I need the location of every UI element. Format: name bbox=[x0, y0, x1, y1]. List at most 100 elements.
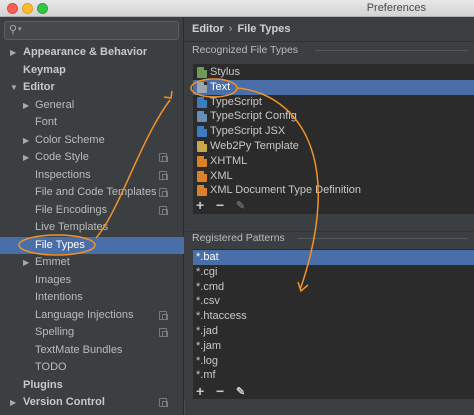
chevron-right-icon[interactable]: ▶ bbox=[23, 97, 29, 114]
project-scope-icon bbox=[159, 188, 168, 197]
chevron-right-icon[interactable]: ▶ bbox=[23, 149, 29, 166]
add-file-type-button[interactable]: + bbox=[196, 197, 204, 213]
file-type-row[interactable]: Text bbox=[193, 79, 474, 95]
breadcrumb-parent[interactable]: Editor bbox=[192, 23, 224, 35]
sidebar-item-label: Images bbox=[35, 273, 72, 286]
sidebar-item-editor[interactable]: ▼ Editor bbox=[0, 79, 184, 97]
pattern-row[interactable]: *.jam bbox=[193, 339, 474, 354]
pattern-row[interactable]: *.log bbox=[193, 354, 474, 369]
chevron-right-icon[interactable]: ▶ bbox=[23, 254, 29, 271]
text-file-icon bbox=[197, 81, 207, 93]
sidebar-item-appearance-behavior[interactable]: ▶ Appearance & Behavior bbox=[0, 44, 184, 62]
sidebar-item-color-scheme[interactable]: ▶ Color Scheme bbox=[0, 132, 184, 150]
sidebar-item-label: General bbox=[35, 98, 75, 111]
sidebar-item-inspections[interactable]: Inspections bbox=[0, 167, 184, 185]
sidebar-item-emmet[interactable]: ▶ Emmet bbox=[0, 254, 184, 272]
sidebar-item-keymap[interactable]: Keymap bbox=[0, 62, 184, 80]
sidebar-item-file-types[interactable]: File Types bbox=[0, 236, 184, 254]
file-type-label: XML bbox=[210, 169, 233, 182]
pattern-row[interactable]: *.csv bbox=[193, 294, 474, 309]
file-type-row[interactable]: TypeScript bbox=[193, 95, 474, 110]
pattern-label: *.log bbox=[196, 354, 219, 367]
pattern-label: *.jad bbox=[196, 325, 219, 337]
file-type-row[interactable]: TypeScript JSX bbox=[193, 124, 474, 139]
sidebar-item-spelling[interactable]: Spelling bbox=[0, 324, 184, 342]
edit-pattern-button[interactable]: ✎ bbox=[236, 385, 245, 398]
pattern-row[interactable]: *.htaccess bbox=[193, 309, 474, 324]
file-type-row[interactable]: XML Document Type Definition bbox=[193, 183, 474, 198]
sidebar-item-label: Inspections bbox=[35, 168, 91, 181]
file-type-row[interactable]: XHTML bbox=[193, 154, 474, 169]
sidebar-item-images[interactable]: Images bbox=[0, 272, 184, 290]
breadcrumb-current: File Types bbox=[237, 23, 291, 35]
file-type-row[interactable]: Web2Py Template bbox=[193, 139, 474, 154]
chevron-down-icon[interactable]: ▼ bbox=[10, 79, 18, 96]
window-title: Preferences bbox=[366, 2, 426, 14]
remove-file-type-button[interactable]: − bbox=[216, 197, 224, 213]
sidebar-item-textmate-bundles[interactable]: TextMate Bundles bbox=[0, 342, 184, 360]
file-type-label: Text bbox=[210, 80, 231, 93]
sidebar-item-label: Appearance & Behavior bbox=[23, 46, 148, 58]
file-type-label: TypeScript Config bbox=[210, 110, 297, 123]
chevron-right-icon[interactable]: ▶ bbox=[10, 44, 16, 61]
registered-patterns-heading: Registered Patterns bbox=[192, 232, 285, 244]
registered-patterns-list[interactable]: *.bat *.cgi *.cmd *.csv *.htaccess *.jad *.jam… bbox=[193, 249, 474, 399]
breadcrumb: Editor › File Types bbox=[192, 23, 290, 35]
chevron-right-icon[interactable]: ▶ bbox=[10, 394, 16, 411]
add-pattern-button[interactable]: + bbox=[196, 383, 204, 399]
file-type-row[interactable]: XML bbox=[193, 169, 474, 184]
search-input[interactable]: ⚲ ▾ bbox=[4, 21, 179, 40]
pattern-row[interactable]: *.cmd bbox=[193, 280, 474, 295]
sidebar-item-plugins[interactable]: Plugins bbox=[0, 377, 184, 395]
sidebar-item-general[interactable]: ▶ General bbox=[0, 97, 184, 115]
pattern-row[interactable]: *.jad bbox=[193, 324, 474, 339]
sidebar-item-version-control[interactable]: ▶ Version Control bbox=[0, 394, 184, 412]
file-types-panel: Editor › File Types Recognized File Types … bbox=[185, 17, 474, 415]
pattern-row[interactable]: *.mf bbox=[193, 368, 474, 383]
chevron-right-icon[interactable]: ▶ bbox=[23, 132, 29, 149]
sidebar-item-label: TextMate Bundles bbox=[35, 343, 123, 356]
file-type-label: XML Document Type Definition bbox=[210, 184, 362, 197]
sidebar-item-intentions[interactable]: Intentions bbox=[0, 289, 184, 307]
remove-pattern-button[interactable]: − bbox=[216, 383, 224, 399]
sidebar-item-label: Emmet bbox=[35, 256, 70, 268]
file-type-row[interactable]: TypeScript Config bbox=[193, 109, 474, 124]
xml-file-icon bbox=[197, 170, 207, 182]
sidebar-item-label: File Types bbox=[35, 238, 85, 251]
sidebar-item-live-templates[interactable]: Live Templates bbox=[0, 219, 184, 237]
sidebar-item-label: Editor bbox=[23, 81, 55, 93]
sidebar-item-label: Intentions bbox=[35, 291, 83, 303]
pattern-label: *.jam bbox=[196, 339, 222, 352]
settings-sidebar: ⚲ ▾ ▶ Appearance & Behavior Keymap ▼ Editor ▶… bbox=[0, 17, 184, 415]
recognized-file-types-list[interactable]: Stylus Text TypeScript TypeScript Config Typ… bbox=[193, 64, 474, 214]
file-type-row[interactable]: Stylus bbox=[193, 65, 474, 80]
typescript-file-icon bbox=[197, 96, 207, 108]
sidebar-item-language-injections[interactable]: Language Injections bbox=[0, 307, 184, 325]
web2py-file-icon bbox=[197, 141, 207, 152]
pattern-row[interactable]: *.cgi bbox=[193, 265, 474, 280]
sidebar-item-label: Color Scheme bbox=[35, 133, 105, 146]
sidebar-item-label: Spelling bbox=[35, 326, 75, 338]
pattern-label: *.htaccess bbox=[196, 310, 247, 323]
file-type-label: TypeScript bbox=[210, 95, 262, 108]
sidebar-item-file-encodings[interactable]: File Encodings bbox=[0, 202, 184, 220]
sidebar-item-font[interactable]: Font bbox=[0, 114, 184, 132]
sidebar-item-label: Keymap bbox=[23, 63, 66, 76]
window-titlebar: Preferences bbox=[0, 0, 474, 17]
chevron-down-icon: ▾ bbox=[18, 26, 22, 33]
edit-file-type-button[interactable]: ✎ bbox=[236, 199, 245, 212]
pattern-label: *.cgi bbox=[196, 265, 218, 278]
tsx-file-icon bbox=[197, 126, 207, 138]
project-scope-icon bbox=[159, 398, 168, 407]
sidebar-item-file-and-code-templates[interactable]: File and Code Templates bbox=[0, 184, 184, 202]
project-scope-icon bbox=[159, 310, 168, 320]
sidebar-item-code-style[interactable]: ▶ Code Style bbox=[0, 149, 184, 167]
project-scope-icon bbox=[159, 328, 168, 337]
sidebar-item-label: Plugins bbox=[23, 378, 63, 391]
pattern-label: *.cmd bbox=[196, 280, 225, 293]
pattern-row[interactable]: *.bat bbox=[193, 250, 474, 265]
sidebar-item-label: Language Injections bbox=[35, 308, 134, 321]
section-divider bbox=[298, 238, 468, 239]
sidebar-item-todo[interactable]: TODO bbox=[0, 359, 184, 377]
stylus-file-icon bbox=[197, 67, 207, 78]
